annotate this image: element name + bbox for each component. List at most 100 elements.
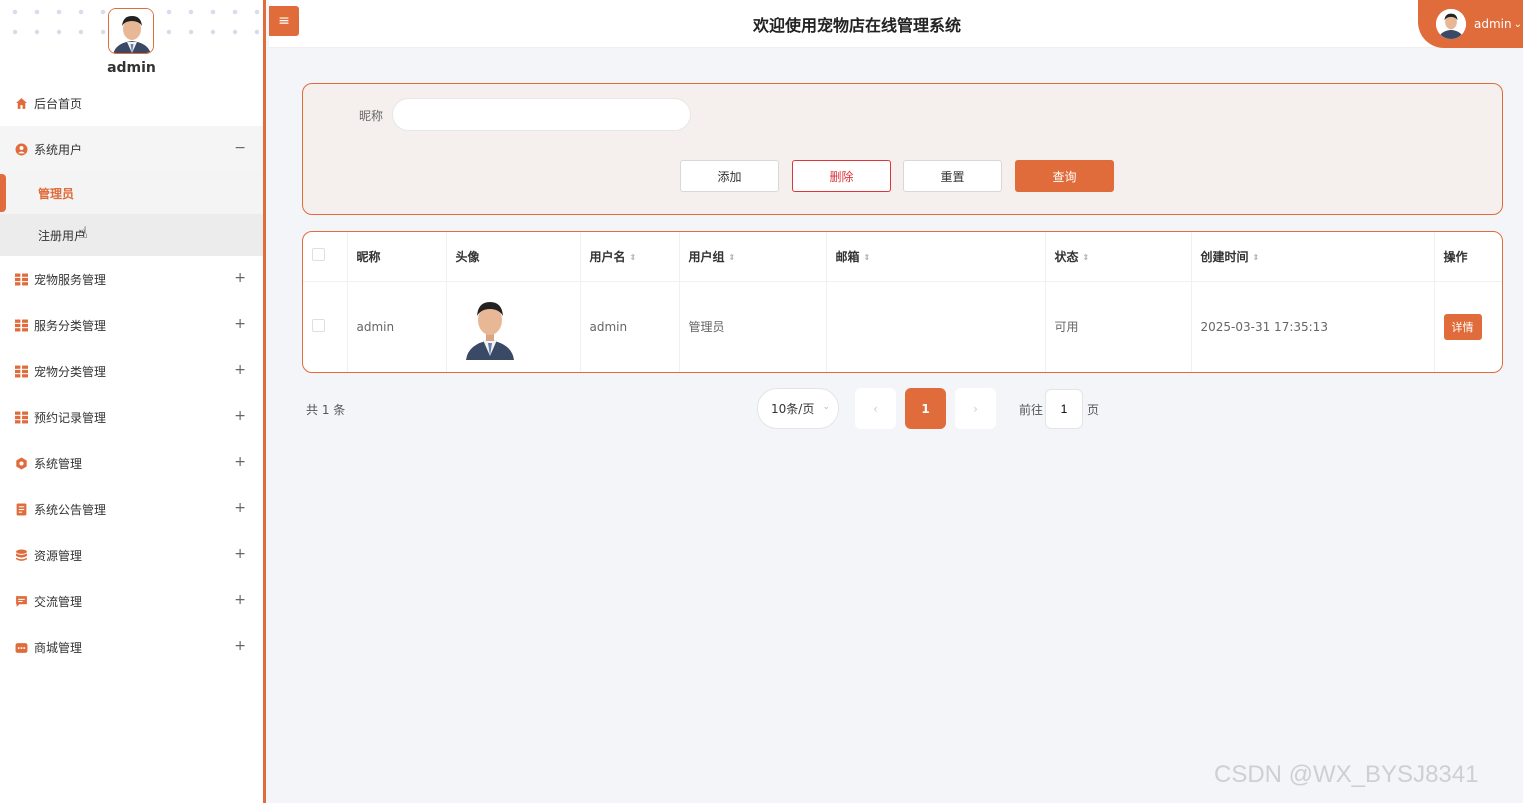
column-label: 操作: [1443, 249, 1468, 264]
add-button[interactable]: 添加: [680, 160, 779, 192]
users-table: 昵称 头像 用户名 ⇕ 用户组 ⇕ 邮箱 ⇕ 状态 ⇕ 创建时间 ⇕ 操作 admin: [302, 231, 1503, 373]
sort-icon[interactable]: ⇕: [729, 253, 736, 261]
delete-button[interactable]: 删除: [792, 160, 891, 192]
column-header-avatar: 头像: [446, 232, 581, 282]
expand-icon[interactable]: +: [234, 270, 246, 286]
column-header-email[interactable]: 邮箱 ⇕: [826, 232, 1046, 282]
sidebar-item-announcements[interactable]: 系统公告管理 +: [0, 486, 263, 532]
avatar: [1436, 9, 1466, 39]
column-label: 创建时间: [1200, 249, 1249, 264]
cell-status: 可用: [1045, 281, 1192, 372]
nickname-label: 昵称: [359, 109, 384, 123]
expand-icon[interactable]: +: [234, 546, 246, 562]
expand-icon[interactable]: +: [234, 592, 246, 608]
database-icon: [15, 549, 28, 562]
sidebar-item-communication[interactable]: 交流管理 +: [0, 578, 263, 624]
sidebar-item-shop[interactable]: 商城管理 +: [0, 624, 263, 670]
grid-icon: [15, 319, 28, 332]
expand-icon[interactable]: +: [234, 362, 246, 378]
chevron-down-icon: ⌄: [822, 402, 830, 412]
page-size-select[interactable]: 10条/页 ⌄: [757, 388, 839, 429]
prev-page-button[interactable]: ‹: [855, 388, 896, 429]
column-header-username[interactable]: 用户名 ⇕: [580, 232, 680, 282]
shop-icon: [15, 641, 28, 654]
sidebar-subitem-admins[interactable]: 管理员: [0, 172, 263, 214]
sidebar-subitem-label: 管理员: [38, 186, 75, 201]
column-label: 邮箱: [835, 249, 860, 264]
expand-icon[interactable]: +: [234, 500, 246, 516]
cell-email: [826, 281, 1046, 372]
grid-icon: [15, 273, 28, 286]
sidebar-item-pet-services[interactable]: 宠物服务管理 +: [0, 256, 263, 302]
reset-button[interactable]: 重置: [903, 160, 1002, 192]
top-header: ≡ 欢迎使用宠物店在线管理系统 admin ⌄: [269, 0, 1523, 48]
sidebar-item-home[interactable]: 后台首页: [0, 80, 263, 126]
column-header-nickname: 昵称: [347, 232, 447, 282]
sidebar-item-resources[interactable]: 资源管理 +: [0, 532, 263, 578]
column-header-actions: 操作: [1434, 232, 1502, 282]
expand-icon[interactable]: +: [234, 408, 246, 424]
gear-icon: [15, 457, 28, 470]
sort-icon[interactable]: ⇕: [1083, 253, 1090, 261]
column-label: 用户组: [688, 249, 725, 264]
table-header-row: 昵称 头像 用户名 ⇕ 用户组 ⇕ 邮箱 ⇕ 状态 ⇕ 创建时间 ⇕ 操作: [303, 232, 1502, 282]
column-header-group[interactable]: 用户组 ⇕: [679, 232, 827, 282]
page-size-value: 10条/页: [771, 402, 815, 416]
grid-icon: [15, 411, 28, 424]
profile-name: admin: [107, 60, 156, 76]
page-unit-label: 页: [1087, 403, 1100, 417]
avatar[interactable]: [108, 8, 154, 54]
column-label: 头像: [455, 249, 480, 264]
sidebar-item-system-users[interactable]: 系统用户 −: [0, 126, 263, 172]
sidebar-item-service-categories[interactable]: 服务分类管理 +: [0, 302, 263, 348]
query-button[interactable]: 查询: [1015, 160, 1114, 192]
column-header-status[interactable]: 状态 ⇕: [1045, 232, 1192, 282]
cell-group: 管理员: [679, 281, 827, 372]
current-page-button[interactable]: 1: [905, 388, 946, 429]
collapse-icon[interactable]: −: [234, 140, 246, 156]
search-panel: 昵称 添加 删除 重置 查询: [302, 83, 1503, 215]
sidebar-item-appointments[interactable]: 预约记录管理 +: [0, 394, 263, 440]
sidebar-item-label: 交流管理: [34, 594, 83, 609]
cell-created: 2025-03-31 17:35:13: [1191, 281, 1435, 372]
column-label: 用户名: [589, 249, 626, 264]
user-circle-icon: [15, 143, 28, 156]
sort-icon[interactable]: ⇕: [1253, 253, 1260, 261]
row-select-cell: [303, 281, 348, 372]
select-all-checkbox[interactable]: [312, 248, 325, 262]
sidebar-item-system-management[interactable]: 系统管理 +: [0, 440, 263, 486]
expand-icon[interactable]: +: [234, 638, 246, 654]
expand-icon[interactable]: +: [234, 316, 246, 332]
sidebar: admin 后台首页 系统用户 − 管理员 注册用户 ☝ 宠物服务管理 + 服务…: [0, 0, 266, 803]
avatar: [463, 293, 516, 360]
user-menu[interactable]: admin ⌄: [1418, 0, 1523, 48]
sidebar-item-label: 资源管理: [34, 548, 83, 563]
sort-icon[interactable]: ⇕: [630, 253, 637, 261]
sidebar-item-label: 系统用户: [34, 142, 83, 157]
detail-button[interactable]: 详情: [1443, 313, 1482, 340]
chat-icon: [15, 595, 28, 608]
sidebar-item-label: 宠物服务管理: [34, 272, 107, 287]
total-count: 共 1 条: [306, 403, 346, 417]
sidebar-item-label: 预约记录管理: [34, 410, 107, 425]
sidebar-menu: 后台首页 系统用户 − 管理员 注册用户 ☝ 宠物服务管理 + 服务分类管理 +…: [0, 80, 263, 670]
expand-icon[interactable]: +: [234, 454, 246, 470]
home-icon: [15, 97, 28, 110]
next-page-button[interactable]: ›: [955, 388, 996, 429]
select-all-cell: [303, 232, 348, 282]
column-header-created[interactable]: 创建时间 ⇕: [1191, 232, 1435, 282]
row-checkbox[interactable]: [312, 318, 325, 332]
sidebar-item-label: 商城管理: [34, 640, 83, 655]
hand-cursor-icon: ☝: [78, 223, 88, 242]
document-icon: [15, 503, 28, 516]
goto-page-input[interactable]: [1045, 389, 1083, 429]
sort-icon[interactable]: ⇕: [864, 253, 871, 261]
cell-avatar: [446, 281, 581, 372]
sidebar-item-label: 系统公告管理: [34, 502, 107, 517]
sidebar-item-label: 服务分类管理: [34, 318, 107, 333]
sidebar-item-label: 宠物分类管理: [34, 364, 107, 379]
cell-actions: 详情: [1434, 281, 1502, 372]
nickname-search-input[interactable]: [392, 98, 691, 131]
sidebar-subitem-registered-users[interactable]: 注册用户 ☝: [0, 214, 263, 256]
sidebar-item-pet-categories[interactable]: 宠物分类管理 +: [0, 348, 263, 394]
